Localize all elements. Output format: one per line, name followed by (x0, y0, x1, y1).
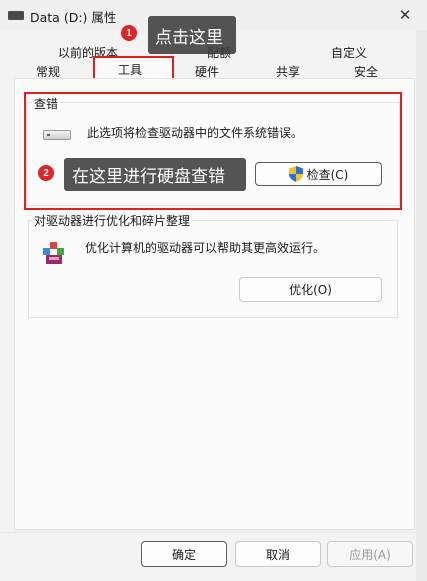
drive-window-icon (8, 11, 24, 20)
defrag-icon (43, 242, 64, 264)
footer-divider (0, 532, 427, 533)
callout-check-disk-text: 在这里进行硬盘查错 (72, 167, 225, 187)
window-title: Data (D:) 属性 (30, 10, 117, 25)
callout-click-here-text: 点击这里 (155, 27, 223, 48)
callout-badge-1: 1 (121, 25, 137, 41)
apply-button[interactable]: 应用(A) (327, 541, 413, 567)
ok-button[interactable]: 确定 (141, 541, 227, 567)
callout-click-here: 点击这里 (148, 16, 236, 54)
cancel-button[interactable]: 取消 (235, 541, 321, 567)
optimize-title: 对驱动器进行优化和碎片整理 (32, 212, 193, 229)
window-edge (416, 30, 427, 581)
optimize-button[interactable]: 优化(O) (239, 277, 382, 302)
callout-badge-2: 2 (38, 165, 54, 181)
optimize-description: 优化计算机的驱动器可以帮助其更高效运行。 (85, 241, 326, 255)
optimize-group (28, 220, 398, 318)
error-check-highlight (24, 92, 402, 210)
callout-check-disk: 在这里进行硬盘查错 (64, 158, 246, 191)
close-button[interactable]: ✕ (392, 3, 418, 27)
tab-tools[interactable]: 工具 (118, 61, 142, 78)
tab-customize[interactable]: 自定义 (331, 44, 367, 61)
